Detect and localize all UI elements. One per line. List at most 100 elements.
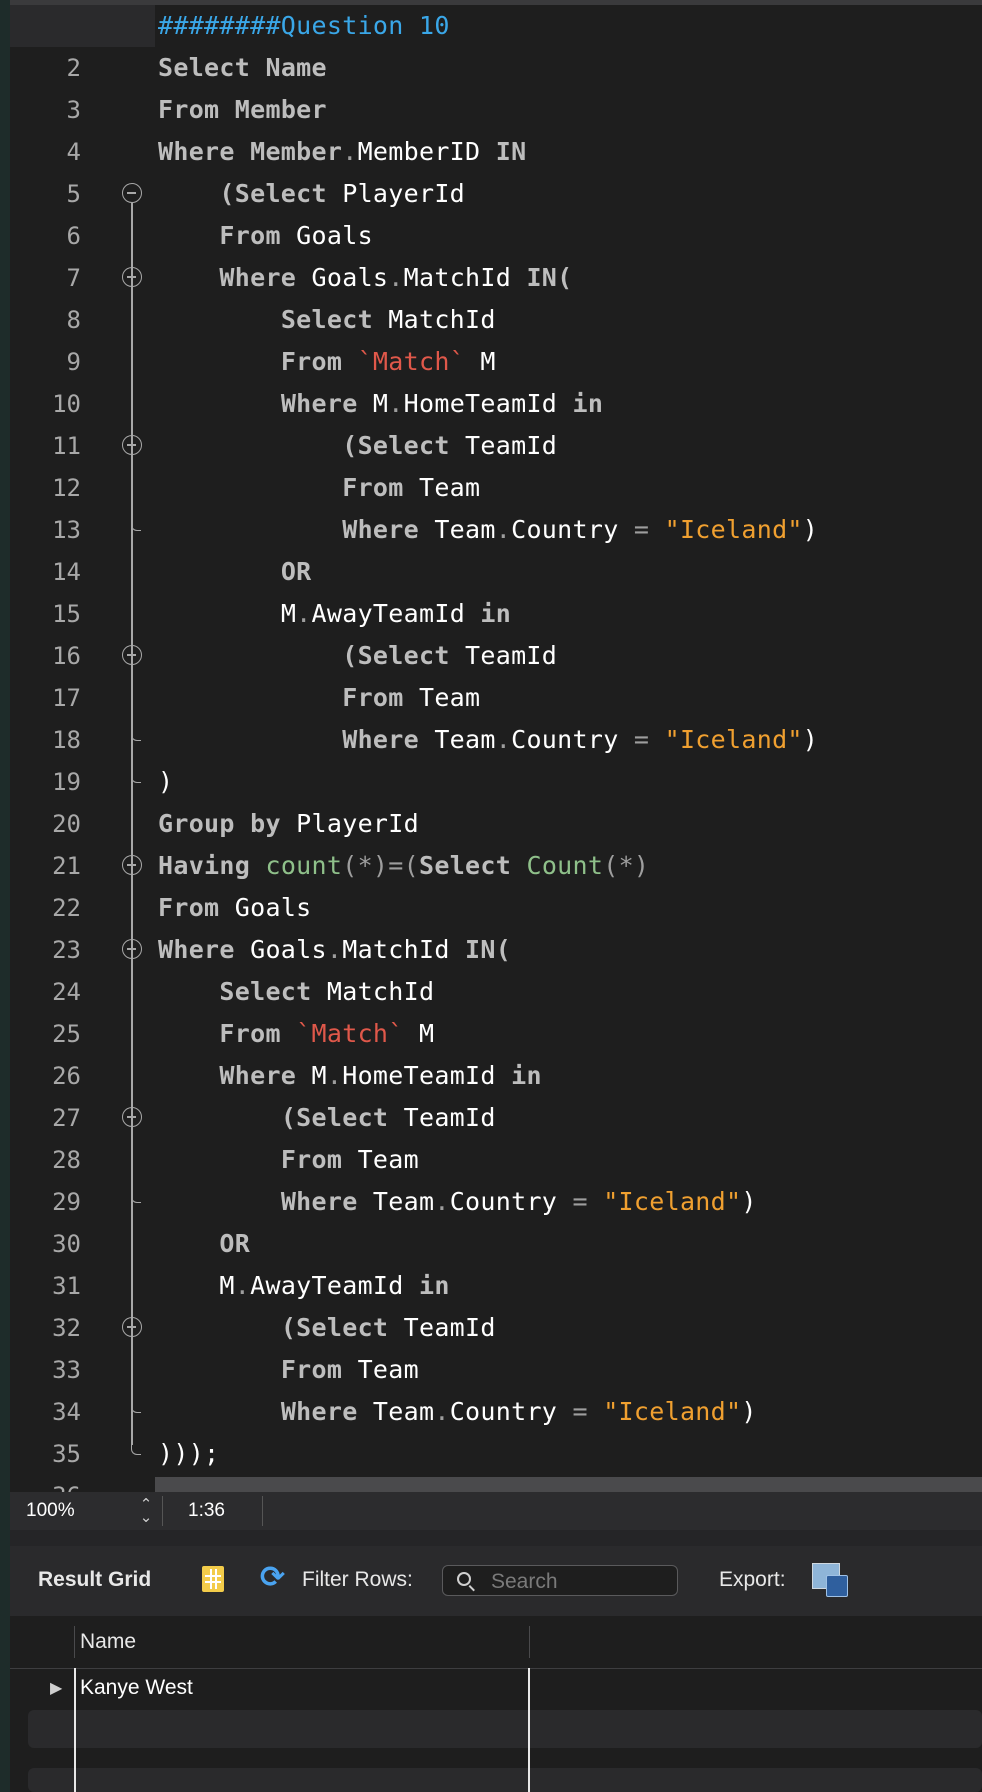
code-text[interactable]: Where M.HomeTeamId in — [158, 1055, 542, 1097]
code-line[interactable]: 31 M.AwayTeamId in — [10, 1265, 982, 1307]
export-disk-shape — [826, 1575, 848, 1597]
code-line[interactable]: 26 Where M.HomeTeamId in — [10, 1055, 982, 1097]
code-text[interactable]: Having count(*)=(Select Count(*) — [158, 845, 649, 887]
code-text[interactable]: From Team — [158, 677, 480, 719]
code-text[interactable]: From `Match` M — [158, 341, 496, 383]
code-line[interactable]: 2 Select Name — [10, 47, 982, 89]
code-line[interactable]: 4 Where Member.MemberID IN — [10, 131, 982, 173]
code-line[interactable]: 13 Where Team.Country = "Iceland") — [10, 509, 982, 551]
code-text[interactable]: Where Member.MemberID IN — [158, 131, 526, 173]
code-text[interactable]: Select MatchId — [158, 971, 434, 1013]
code-line[interactable]: 3 From Member — [10, 89, 982, 131]
search-input[interactable] — [489, 1569, 673, 1595]
code-line[interactable]: 23 Where Goals.MatchId IN( — [10, 929, 982, 971]
code-line[interactable]: 7 Where Goals.MatchId IN( — [10, 257, 982, 299]
code-line[interactable]: 14 OR — [10, 551, 982, 593]
result-grid[interactable]: Name ▶ Kanye West — [10, 1616, 982, 1792]
code-line[interactable]: 17 From Team — [10, 677, 982, 719]
result-grid-tab[interactable]: Result Grid — [38, 1568, 151, 1592]
code-text[interactable]: ########Question 10 — [158, 5, 450, 47]
code-line[interactable]: 18 Where Team.Country = "Iceland") — [10, 719, 982, 761]
code-text[interactable]: (Select PlayerId — [158, 173, 465, 215]
code-text[interactable]: (Select TeamId — [158, 635, 557, 677]
code-line[interactable]: 5 (Select PlayerId — [10, 173, 982, 215]
code-text[interactable]: M.AwayTeamId in — [158, 593, 511, 635]
code-line[interactable]: 16 (Select TeamId — [10, 635, 982, 677]
code-line[interactable]: 22 From Goals — [10, 887, 982, 929]
code-text[interactable]: (Select TeamId — [158, 425, 557, 467]
column-divider[interactable] — [74, 1626, 75, 1658]
column-divider[interactable] — [529, 1626, 530, 1658]
code-text[interactable]: Group by PlayerId — [158, 803, 419, 845]
code-text[interactable]: Where Team.Country = "Iceland") — [158, 719, 818, 761]
code-line[interactable]: 20 Group by PlayerId — [10, 803, 982, 845]
table-row[interactable]: ▶ Kanye West — [10, 1668, 982, 1706]
code-text[interactable]: (Select TeamId — [158, 1097, 496, 1139]
fold-end-marker-icon — [131, 1403, 141, 1413]
zoom-stepper-icon[interactable]: ⌃ ⌄ — [136, 1497, 156, 1525]
code-line[interactable]: 25 From `Match` M — [10, 1013, 982, 1055]
code-token: Team — [372, 1187, 435, 1216]
code-line[interactable]: 24 Select MatchId — [10, 971, 982, 1013]
code-text[interactable]: Where Goals.MatchId IN( — [158, 257, 573, 299]
code-line[interactable]: 32 (Select TeamId — [10, 1307, 982, 1349]
code-line[interactable]: 11 (Select TeamId — [10, 425, 982, 467]
code-line[interactable]: 12 From Team — [10, 467, 982, 509]
code-line[interactable]: 21 Having count(*)=(Select Count(*) — [10, 845, 982, 887]
code-text[interactable]: Where Team.Country = "Iceland") — [158, 509, 818, 551]
code-line[interactable]: 19) — [10, 761, 982, 803]
code-line[interactable]: 10 Where M.HomeTeamId in — [10, 383, 982, 425]
code-line[interactable]: 28 From Team — [10, 1139, 982, 1181]
code-text[interactable]: Where M.HomeTeamId in — [158, 383, 603, 425]
refresh-icon[interactable]: ⟳ — [260, 1560, 285, 1595]
code-line[interactable]: 8 Select MatchId — [10, 299, 982, 341]
code-text[interactable]: Select Name — [158, 47, 327, 89]
code-text[interactable]: Where Team.Country = "Iceland") — [158, 1391, 757, 1433]
code-token: Team — [357, 1355, 419, 1384]
code-text[interactable]: From Goals — [158, 887, 312, 929]
code-text[interactable]: From `Match` M — [158, 1013, 434, 1055]
code-text[interactable]: From Member — [158, 89, 327, 131]
code-text[interactable]: OR — [158, 1223, 250, 1265]
code-line[interactable]: 29 Where Team.Country = "Iceland") — [10, 1181, 982, 1223]
code-text[interactable]: M.AwayTeamId in — [158, 1265, 450, 1307]
code-line[interactable]: ########Question 10 — [10, 5, 982, 47]
code-text[interactable]: Select MatchId — [158, 299, 496, 341]
code-line[interactable]: 15 M.AwayTeamId in — [10, 593, 982, 635]
sql-editor[interactable]: ########Question 10 2 Select Name 3 From Mem… — [10, 5, 982, 1492]
empty-row[interactable] — [28, 1710, 982, 1748]
code-line[interactable]: 34 Where Team.Country = "Iceland") — [10, 1391, 982, 1433]
export-icon[interactable] — [812, 1563, 848, 1597]
code-token: Select — [419, 851, 527, 880]
code-token: count — [265, 851, 343, 880]
code-text[interactable]: From Team — [158, 1349, 419, 1391]
cell-name[interactable]: Kanye West — [80, 1676, 193, 1700]
code-line[interactable]: 35))); — [10, 1433, 982, 1475]
code-line[interactable]: 33 From Team — [10, 1349, 982, 1391]
code-text[interactable]: ))); — [158, 1433, 219, 1475]
code-line[interactable]: 9 From `Match` M — [10, 341, 982, 383]
horizontal-scrollbar[interactable] — [155, 1477, 982, 1492]
zoom-level[interactable]: 100% — [26, 1500, 75, 1522]
code-text[interactable]: OR — [158, 551, 312, 593]
filter-search-box[interactable] — [442, 1565, 678, 1596]
column-header-name[interactable]: Name — [80, 1630, 136, 1654]
code-text[interactable]: Where Goals.MatchId IN( — [158, 929, 511, 971]
code-text[interactable]: From Goals — [158, 215, 373, 257]
grid-view-icon[interactable] — [202, 1566, 224, 1592]
panel-divider[interactable] — [10, 1530, 982, 1546]
code-text[interactable]: From Team — [158, 1139, 419, 1181]
empty-row[interactable] — [28, 1768, 982, 1792]
code-text[interactable]: ) — [158, 761, 173, 803]
code-text[interactable]: Where Team.Country = "Iceland") — [158, 1181, 757, 1223]
code-text[interactable]: From Team — [158, 467, 480, 509]
fold-collapse-icon[interactable] — [122, 183, 142, 203]
code-token: PlayerId — [296, 809, 419, 838]
code-line[interactable]: 6 From Goals — [10, 215, 982, 257]
code-text[interactable]: (Select TeamId — [158, 1307, 496, 1349]
code-line[interactable]: 27 (Select TeamId — [10, 1097, 982, 1139]
code-line[interactable]: 30 OR — [10, 1223, 982, 1265]
